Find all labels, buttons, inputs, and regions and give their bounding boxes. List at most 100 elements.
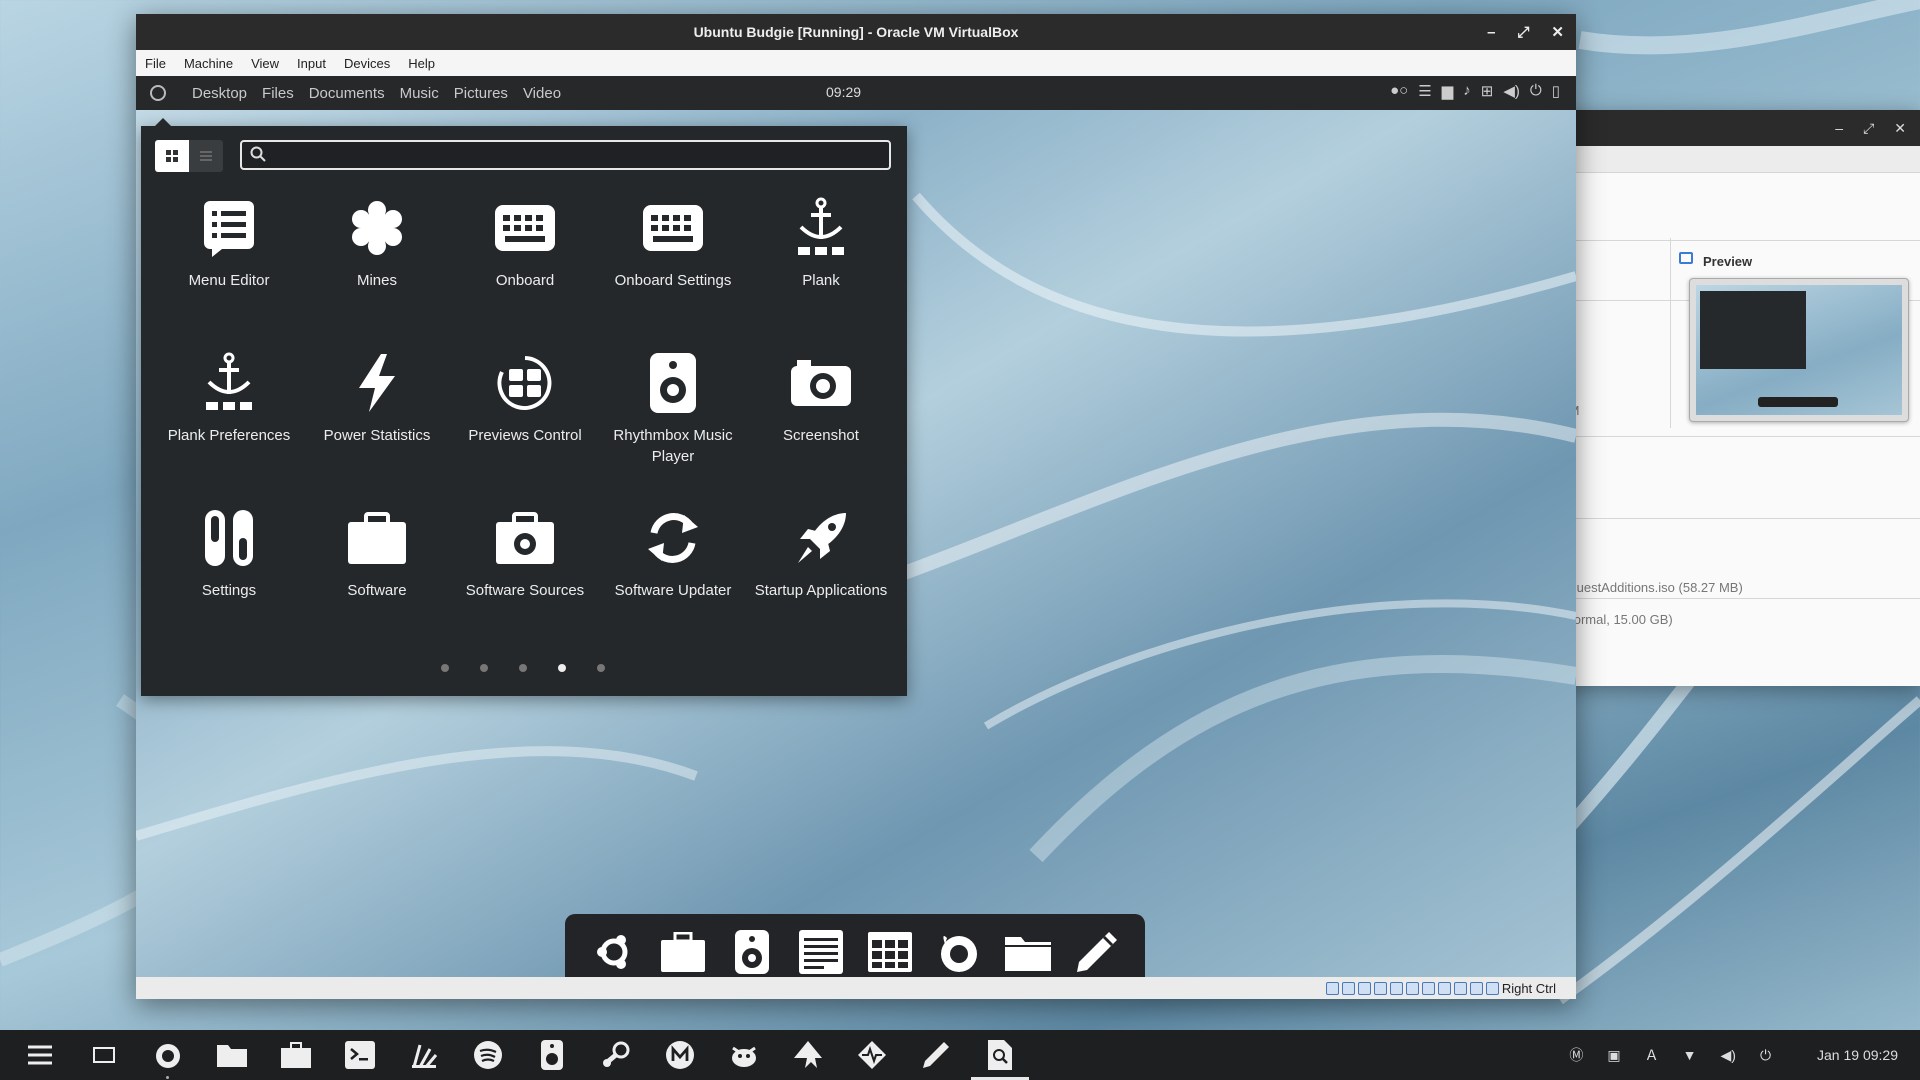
page-dot[interactable]	[519, 664, 527, 672]
text-editor-icon[interactable]	[797, 928, 845, 976]
document-viewer-icon[interactable]	[968, 1030, 1032, 1080]
app-software-updater[interactable]: Software Updater	[599, 506, 747, 656]
health-icon[interactable]	[840, 1030, 904, 1080]
app-label: Power Statistics	[323, 427, 431, 444]
budgie-menu-icon[interactable]	[8, 1030, 72, 1080]
folder-icon[interactable]: ▆	[1442, 82, 1454, 100]
menu-devices[interactable]: Devices	[335, 56, 399, 71]
cpu-icon[interactable]	[1453, 981, 1467, 995]
minimize-icon[interactable]: –	[1835, 120, 1843, 136]
places-desktop[interactable]: Desktop	[192, 85, 247, 102]
app-rhythmbox[interactable]: Rhythmbox Music Player	[599, 351, 747, 501]
menu-file[interactable]: File	[136, 56, 175, 71]
keyboard-layout-icon[interactable]: Ａ	[1645, 1045, 1659, 1065]
bell-icon[interactable]: ♪	[1463, 82, 1471, 100]
app-startup-applications[interactable]: Startup Applications	[747, 506, 895, 656]
app-screenshot[interactable]: Screenshot	[747, 351, 895, 501]
pencil-icon[interactable]	[1073, 928, 1121, 976]
app-onboard[interactable]: Onboard	[451, 196, 599, 346]
window-icon[interactable]	[72, 1030, 136, 1080]
volume-icon[interactable]: ◀)	[1503, 82, 1520, 100]
terminal-icon[interactable]	[328, 1030, 392, 1080]
gimp-icon[interactable]	[712, 1030, 776, 1080]
workspace-icon[interactable]: ●○	[1390, 82, 1408, 100]
app-power-statistics[interactable]: Power Statistics	[303, 351, 451, 501]
speaker-icon[interactable]	[520, 1030, 584, 1080]
app-software[interactable]: Software	[303, 506, 451, 656]
search-box[interactable]	[240, 140, 891, 170]
search-input[interactable]	[274, 145, 878, 165]
usb-icon[interactable]: ▣	[1607, 1047, 1620, 1064]
usb-icon[interactable]	[1389, 981, 1403, 995]
inkscape-icon[interactable]	[776, 1030, 840, 1080]
page-dot-active[interactable]	[558, 664, 566, 672]
power-icon[interactable]: ⏻	[1760, 1047, 1771, 1064]
grid-view-button[interactable]	[155, 140, 189, 172]
previews-icon	[493, 351, 557, 415]
minimize-icon[interactable]: –	[1487, 24, 1495, 41]
maximize-icon[interactable]: ⤢	[1517, 24, 1529, 41]
hdd-icon[interactable]	[1325, 981, 1339, 995]
app-software-sources[interactable]: Software Sources	[451, 506, 599, 656]
app-plank[interactable]: Plank	[747, 196, 895, 346]
sidebar-icon[interactable]: ▯	[1552, 82, 1560, 100]
folder-icon[interactable]	[200, 1030, 264, 1080]
shared-folder-icon[interactable]	[1405, 981, 1419, 995]
mouse-icon[interactable]	[1469, 981, 1483, 995]
mailspring-icon[interactable]	[648, 1030, 712, 1080]
display-icon[interactable]	[1421, 981, 1435, 995]
mailspring-tray-icon[interactable]: Ⓜ	[1569, 1045, 1583, 1065]
volume-icon[interactable]: ◀)	[1721, 1047, 1736, 1064]
places-pictures[interactable]: Pictures	[454, 85, 508, 102]
maximize-icon[interactable]: ⤢	[1863, 120, 1874, 137]
guest-clock[interactable]: 09:29	[826, 84, 861, 100]
close-icon[interactable]: ✕	[1894, 120, 1906, 137]
network-icon[interactable]	[1373, 981, 1387, 995]
app-onboard-settings[interactable]: Onboard Settings	[599, 196, 747, 346]
host-storage-text: xGuestAdditions.iso (58.27 MB)	[1560, 580, 1743, 595]
page-dot[interactable]	[441, 664, 449, 672]
firefox-icon[interactable]	[935, 928, 983, 976]
briefcase-icon[interactable]	[659, 928, 707, 976]
app-previews-control[interactable]: Previews Control	[451, 351, 599, 501]
menu-help[interactable]: Help	[399, 56, 444, 71]
page-dot[interactable]	[480, 664, 488, 672]
optical-icon[interactable]	[1341, 981, 1355, 995]
preview-title: Preview	[1703, 254, 1753, 269]
speaker-icon[interactable]	[728, 928, 776, 976]
briefcase-icon[interactable]	[264, 1030, 328, 1080]
app-plank-preferences[interactable]: Plank Preferences	[155, 351, 303, 501]
guest-screen[interactable]: Desktop Files Documents Music Pictures V…	[136, 76, 1576, 977]
places-documents[interactable]: Documents	[309, 85, 385, 102]
tray-clock[interactable]: Jan 19 09:29	[1817, 1047, 1898, 1063]
places-video[interactable]: Video	[523, 85, 561, 102]
ubuntu-icon[interactable]	[590, 928, 638, 976]
places-files[interactable]: Files	[262, 85, 294, 102]
recording-icon[interactable]	[1437, 981, 1451, 995]
places-music[interactable]: Music	[400, 85, 439, 102]
app-menu-editor[interactable]: Menu Editor	[155, 196, 303, 346]
close-icon[interactable]: ✕	[1551, 23, 1564, 41]
menu-view[interactable]: View	[242, 56, 288, 71]
power-icon[interactable]: ⏻	[1530, 82, 1542, 100]
menu-machine[interactable]: Machine	[175, 56, 242, 71]
menu-icon[interactable]: ☰	[1418, 82, 1431, 100]
folder-icon[interactable]	[1004, 928, 1052, 976]
firefox-icon[interactable]	[136, 1030, 200, 1080]
network-icon[interactable]: ⊞	[1481, 82, 1494, 100]
keyboard-icon[interactable]	[1485, 981, 1499, 995]
menu-input[interactable]: Input	[288, 56, 335, 71]
budgie-logo-icon[interactable]	[150, 85, 166, 101]
app-settings[interactable]: Settings	[155, 506, 303, 656]
wifi-icon[interactable]: ▼	[1683, 1047, 1697, 1063]
drawing-icon[interactable]	[392, 1030, 456, 1080]
spotify-icon[interactable]	[456, 1030, 520, 1080]
pencil-icon[interactable]	[904, 1030, 968, 1080]
audio-icon[interactable]	[1357, 981, 1371, 995]
anchor-prefs-icon	[197, 351, 261, 415]
list-view-button[interactable]	[189, 140, 223, 172]
page-dot[interactable]	[597, 664, 605, 672]
spreadsheet-icon[interactable]	[866, 928, 914, 976]
app-mines[interactable]: Mines	[303, 196, 451, 346]
steam-icon[interactable]	[584, 1030, 648, 1080]
